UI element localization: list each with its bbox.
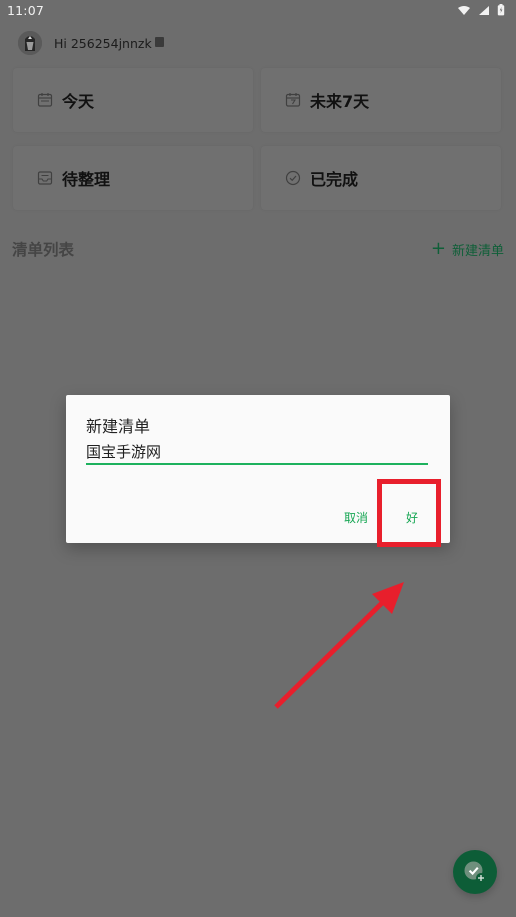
new-list-button[interactable]: + 新建清单 <box>430 237 504 259</box>
battery-icon <box>497 4 505 16</box>
ok-highlight-box <box>377 479 441 547</box>
completed-label: 已完成 <box>310 170 359 189</box>
cancel-button[interactable]: 取消 <box>344 509 368 526</box>
pointer-arrow-icon <box>274 582 404 709</box>
user-greeting: Hi 256254jnnzk <box>54 35 152 51</box>
list-name-input[interactable] <box>86 441 428 465</box>
plus-icon: + <box>430 237 446 259</box>
calendar-7-icon <box>285 92 301 108</box>
status-time: 11:07 <box>7 3 45 18</box>
signal-icon <box>478 5 490 16</box>
lists-section-title: 清单列表 <box>12 241 75 259</box>
next-7-days-card[interactable]: 未来7天 <box>261 68 501 132</box>
inbox-card[interactable]: 待整理 <box>13 146 253 210</box>
today-card[interactable]: 今天 <box>13 68 253 132</box>
inbox-label: 待整理 <box>62 170 111 189</box>
inbox-icon <box>37 170 53 186</box>
today-label: 今天 <box>62 92 95 111</box>
wifi-icon <box>457 5 471 16</box>
check-circle-icon <box>285 170 301 186</box>
add-task-icon <box>464 861 486 883</box>
profile-badge-icon <box>154 37 164 47</box>
new-list-label: 新建清单 <box>451 244 504 259</box>
status-bar: 11:07 <box>0 0 516 22</box>
next-7-days-label: 未来7天 <box>310 92 370 111</box>
avatar[interactable] <box>18 31 42 55</box>
completed-card[interactable]: 已完成 <box>261 146 501 210</box>
status-icons <box>457 4 505 16</box>
dialog-title: 新建清单 <box>86 417 151 436</box>
header: Hi 256254jnnzk <box>18 31 164 55</box>
calendar-icon <box>37 92 53 108</box>
add-task-button[interactable] <box>453 850 497 894</box>
